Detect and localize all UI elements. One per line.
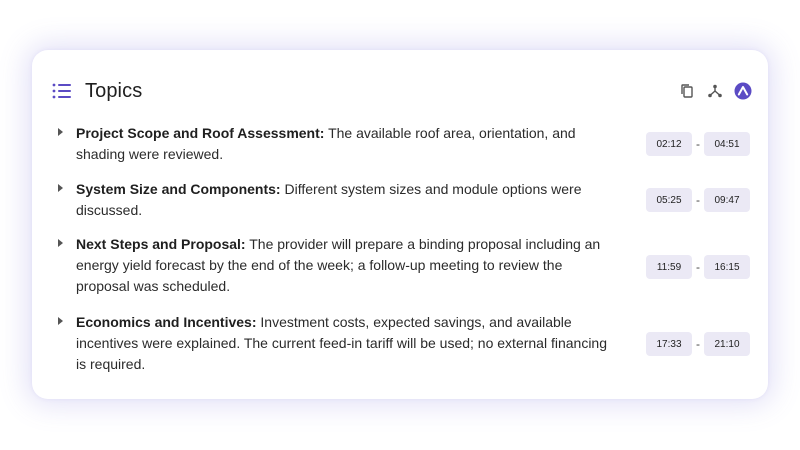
collapse-icon[interactable] [734,82,752,100]
topic-description: System Size and Components: Different sy… [76,179,616,221]
end-time-chip[interactable]: 09:47 [704,188,750,212]
topic-item: System Size and Components: Different sy… [52,179,750,221]
start-time-chip[interactable]: 17:33 [646,332,692,356]
topic-timestamps: 05:25 - 09:47 [646,188,750,212]
time-separator: - [696,260,700,274]
copy-icon[interactable] [678,82,696,100]
expand-caret-icon[interactable] [52,179,76,221]
topic-item: Next Steps and Proposal: The provider wi… [52,234,750,297]
topic-timestamps: 17:33 - 21:10 [646,332,750,356]
topic-title: Economics and Incentives: [76,314,257,330]
expand-caret-icon[interactable] [52,312,76,375]
time-separator: - [696,337,700,351]
topic-timestamps: 02:12 - 04:51 [646,132,750,156]
topic-timestamps: 11:59 - 16:15 [646,255,750,279]
expand-caret-icon[interactable] [52,234,76,297]
topic-title: Next Steps and Proposal: [76,236,246,252]
topic-item: Economics and Incentives: Investment cos… [52,312,750,375]
topic-title: Project Scope and Roof Assessment: [76,125,325,141]
end-time-chip[interactable]: 04:51 [704,132,750,156]
topic-title: System Size and Components: [76,181,281,197]
topic-description: Economics and Incentives: Investment cos… [76,312,616,375]
time-separator: - [696,137,700,151]
start-time-chip[interactable]: 11:59 [646,255,692,279]
end-time-chip[interactable]: 16:15 [704,255,750,279]
card-header: Topics [52,78,752,104]
topic-description: Next Steps and Proposal: The provider wi… [76,234,616,297]
end-time-chip[interactable]: 21:10 [704,332,750,356]
topics-card: Topics Project Scope and Roof Assessment… [32,50,768,399]
expand-caret-icon[interactable] [52,123,76,165]
list-icon [52,82,72,100]
start-time-chip[interactable]: 05:25 [646,188,692,212]
header-actions [678,82,752,100]
time-separator: - [696,193,700,207]
topic-description: Project Scope and Roof Assessment: The a… [76,123,616,165]
topic-item: Project Scope and Roof Assessment: The a… [52,123,750,165]
start-time-chip[interactable]: 02:12 [646,132,692,156]
share-icon[interactable] [706,82,724,100]
page-title: Topics [85,79,143,102]
